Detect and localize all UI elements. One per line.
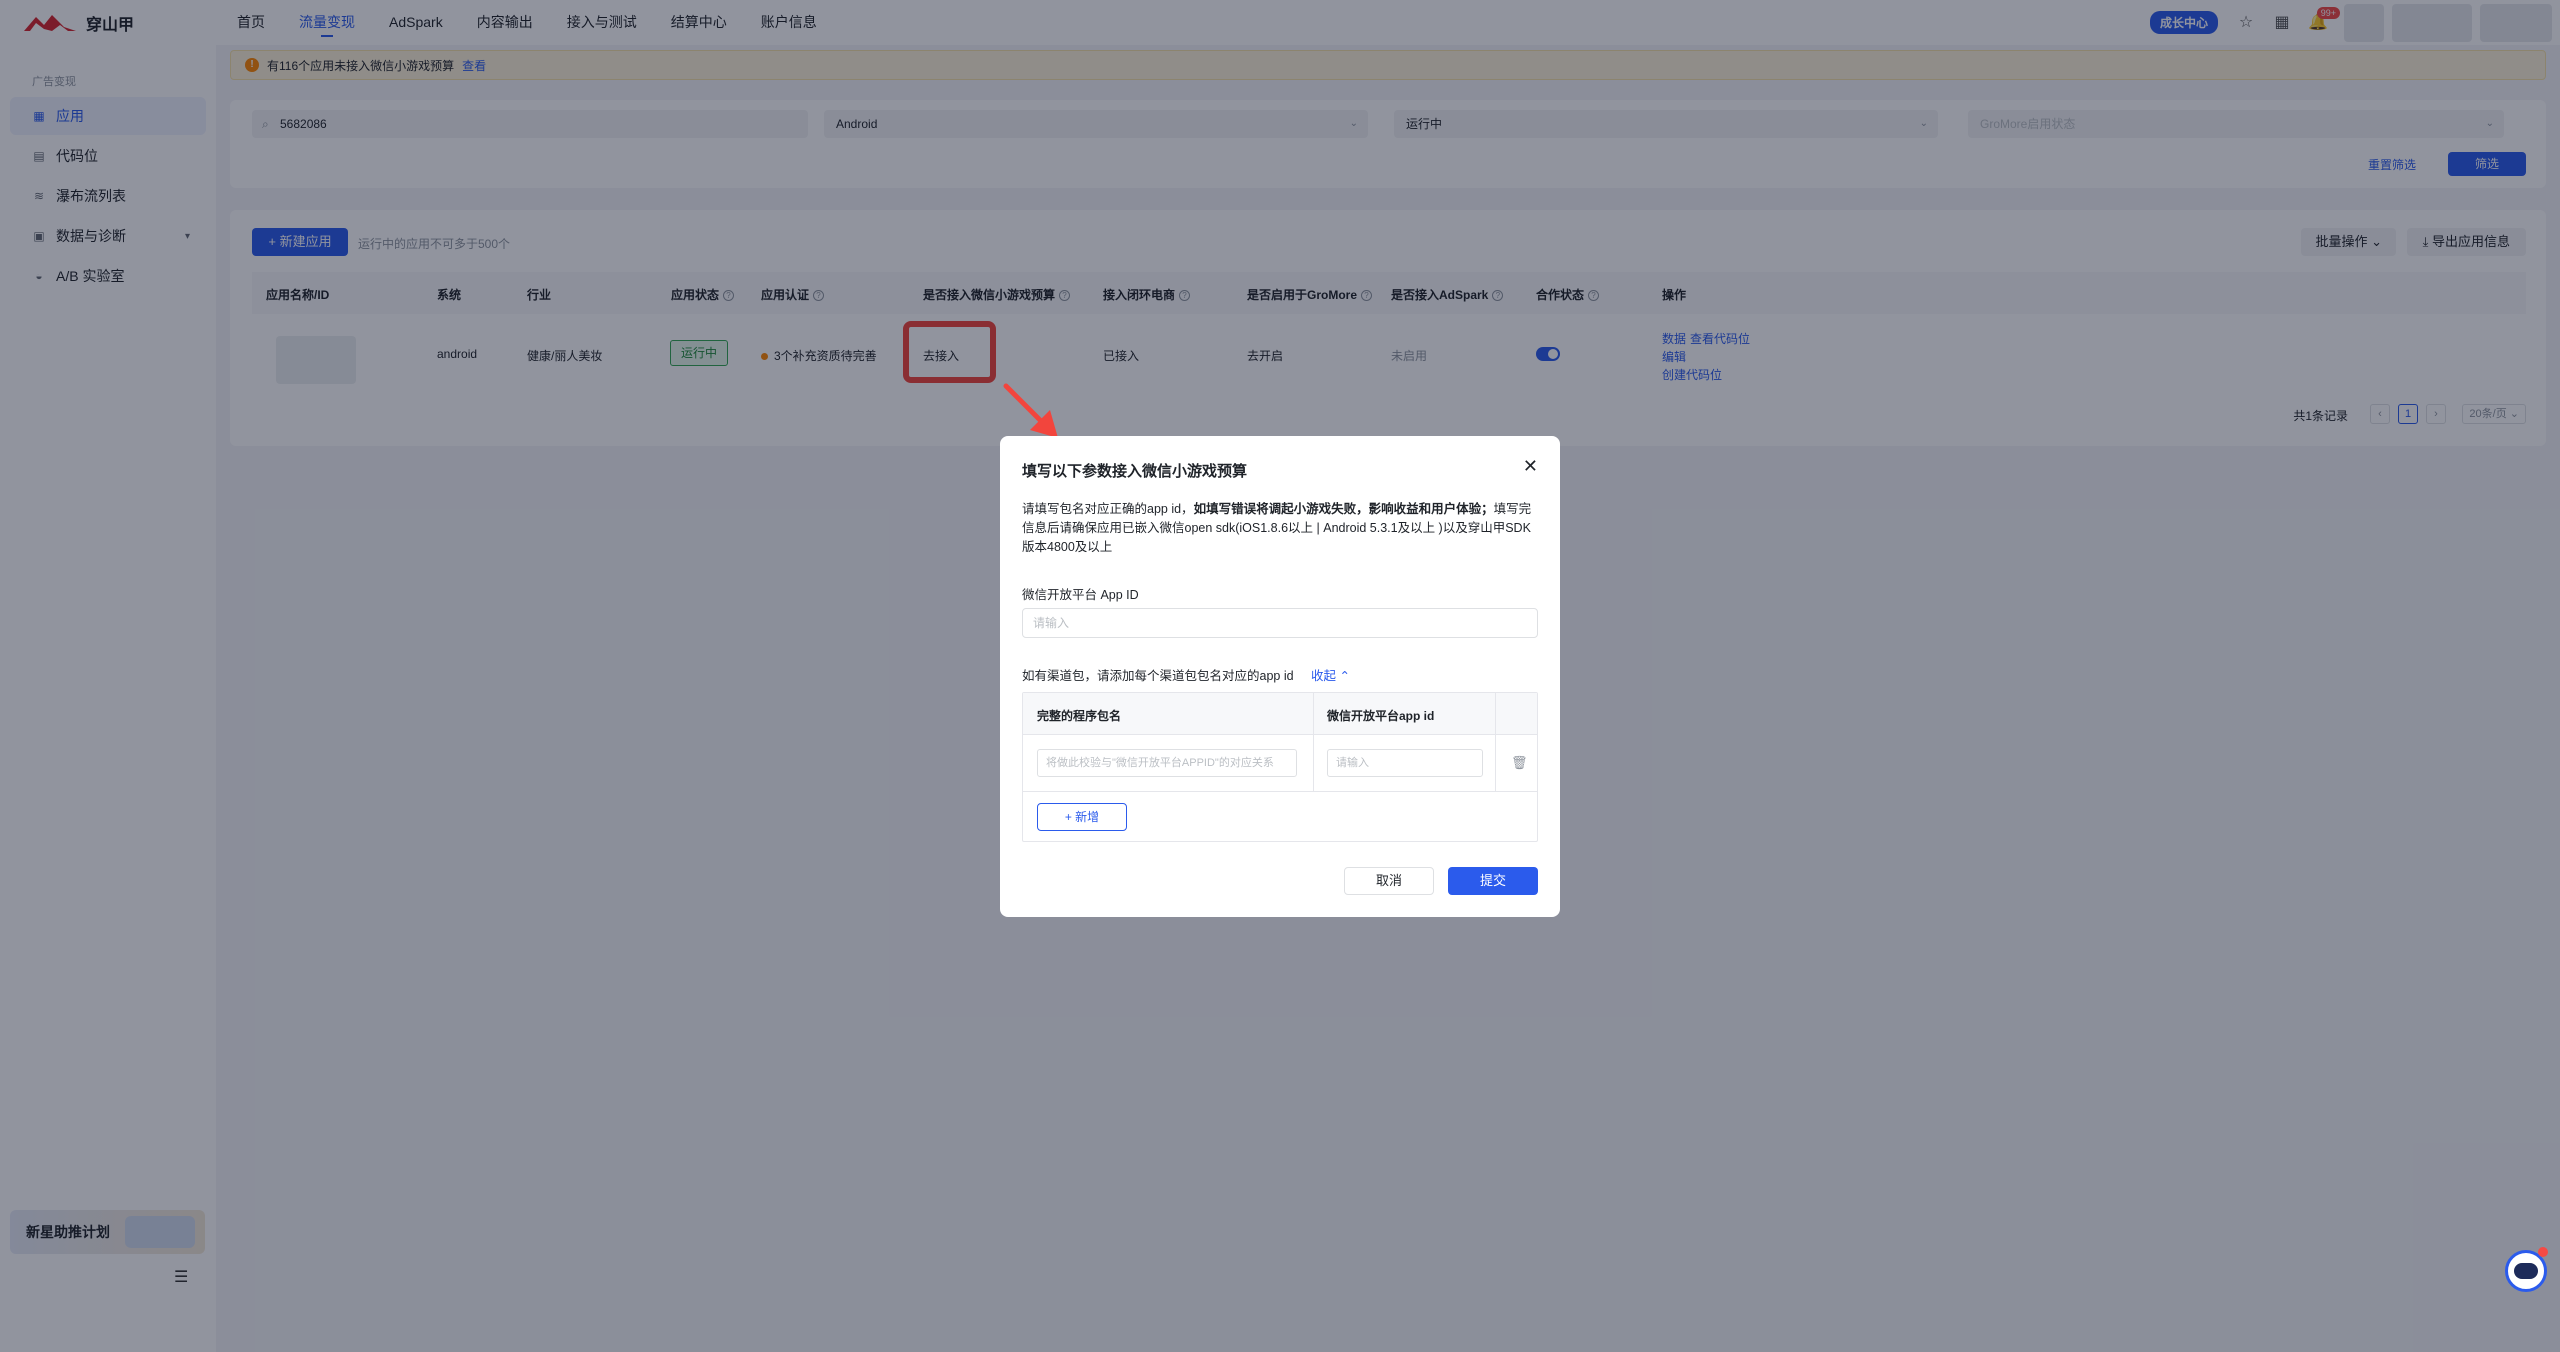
- channel-appid-input[interactable]: 请输入: [1327, 749, 1483, 777]
- cancel-button[interactable]: 取消: [1344, 867, 1434, 895]
- close-icon[interactable]: ✕: [1523, 456, 1538, 477]
- bot-notification-dot: [2538, 1247, 2548, 1257]
- channel-table: 完整的程序包名 微信开放平台app id 将做此校验与"微信开放平台APPID"…: [1022, 692, 1538, 842]
- add-channel-button[interactable]: + 新增: [1037, 803, 1127, 831]
- appid-label: 微信开放平台 App ID: [1022, 588, 1139, 602]
- desc-text: 请填写包名对应正确的app id，: [1022, 502, 1194, 516]
- col-channel-appid: 微信开放平台app id: [1327, 709, 1435, 723]
- column-divider: [1313, 693, 1314, 791]
- channel-label: 如有渠道包，请添加每个渠道包包名对应的app id: [1022, 669, 1294, 683]
- collapse-toggle[interactable]: 收起 ⌃: [1311, 665, 1350, 684]
- row-divider: [1023, 791, 1537, 792]
- column-divider: [1495, 693, 1496, 791]
- bot-face: [2514, 1263, 2538, 1279]
- delete-icon[interactable]: 🗑: [1511, 755, 1528, 771]
- col-package-name: 完整的程序包名: [1037, 709, 1122, 723]
- package-name-input[interactable]: 将做此校验与"微信开放平台APPID"的对应关系: [1037, 749, 1297, 777]
- appid-input[interactable]: 请输入: [1022, 608, 1538, 638]
- submit-button[interactable]: 提交: [1448, 867, 1538, 895]
- chevron-up-icon: ⌃: [1339, 669, 1350, 683]
- dialog-title: 填写以下参数接入微信小游戏预算: [1022, 463, 1248, 480]
- dialog-description: 请填写包名对应正确的app id，如填写错误将调起小游戏失败，影响收益和用户体验…: [1022, 500, 1540, 557]
- desc-warning: 如填写错误将调起小游戏失败，影响收益和用户体验；: [1193, 502, 1494, 516]
- collapse-label: 收起: [1311, 669, 1337, 683]
- wechat-game-dialog: 填写以下参数接入微信小游戏预算 ✕ 请填写包名对应正确的app id，如填写错误…: [1000, 436, 1560, 917]
- assistant-bot-icon[interactable]: [2505, 1247, 2548, 1292]
